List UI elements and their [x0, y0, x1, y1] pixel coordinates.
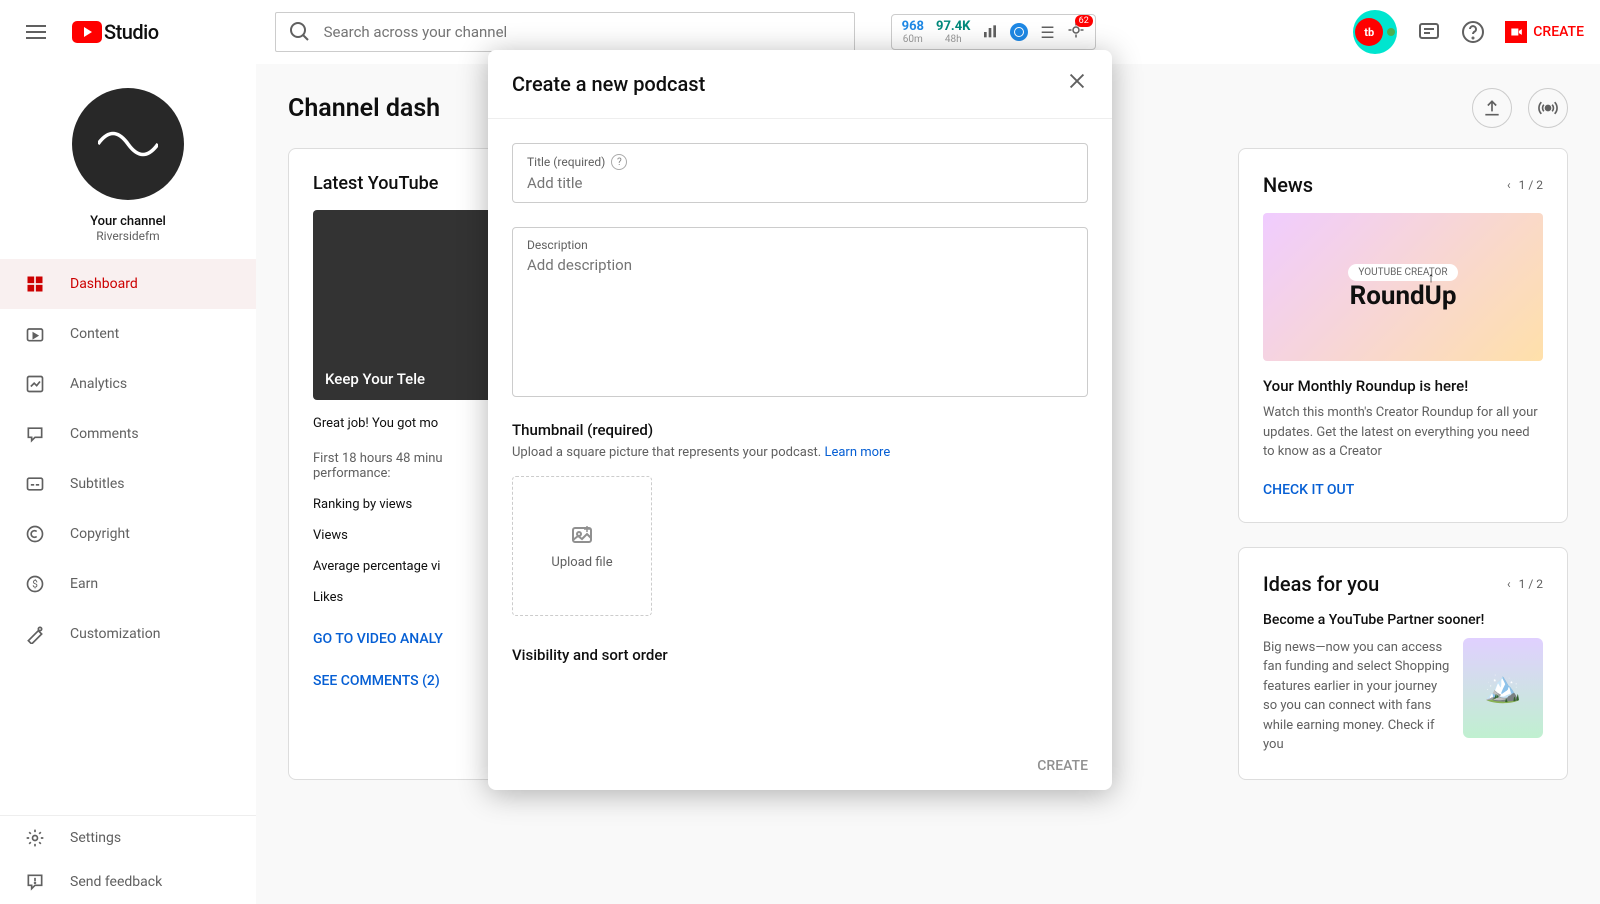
upload-thumbnail-box[interactable]: Upload file: [512, 476, 652, 616]
help-icon[interactable]: ?: [611, 154, 627, 170]
modal-title: Create a new podcast: [512, 72, 705, 96]
close-button[interactable]: [1066, 70, 1088, 98]
title-field-label: Title (required) ?: [527, 154, 1073, 170]
title-input[interactable]: [527, 174, 1073, 192]
thumbnail-heading: Thumbnail (required): [512, 421, 1088, 439]
description-field[interactable]: Description: [512, 227, 1088, 397]
modal-header: Create a new podcast: [488, 50, 1112, 119]
title-label-text: Title (required): [527, 155, 605, 169]
description-input[interactable]: [527, 256, 1073, 376]
visibility-heading: Visibility and sort order: [512, 646, 1088, 664]
thumbnail-subtitle: Upload a square picture that represents …: [512, 445, 1088, 460]
upload-file-label: Upload file: [551, 555, 612, 570]
upload-image-icon: [570, 523, 594, 547]
thumb-sub-text: Upload a square picture that represents …: [512, 445, 824, 460]
desc-field-label: Description: [527, 238, 1073, 252]
create-podcast-modal: Create a new podcast Title (required) ? …: [488, 50, 1112, 790]
modal-footer: CREATE: [488, 742, 1112, 790]
modal-body: Title (required) ? Description Thumbnail…: [488, 119, 1112, 742]
modal-create-button[interactable]: CREATE: [1037, 758, 1088, 774]
learn-more-link[interactable]: Learn more: [824, 445, 890, 460]
title-field[interactable]: Title (required) ?: [512, 143, 1088, 203]
close-icon: [1066, 70, 1088, 92]
